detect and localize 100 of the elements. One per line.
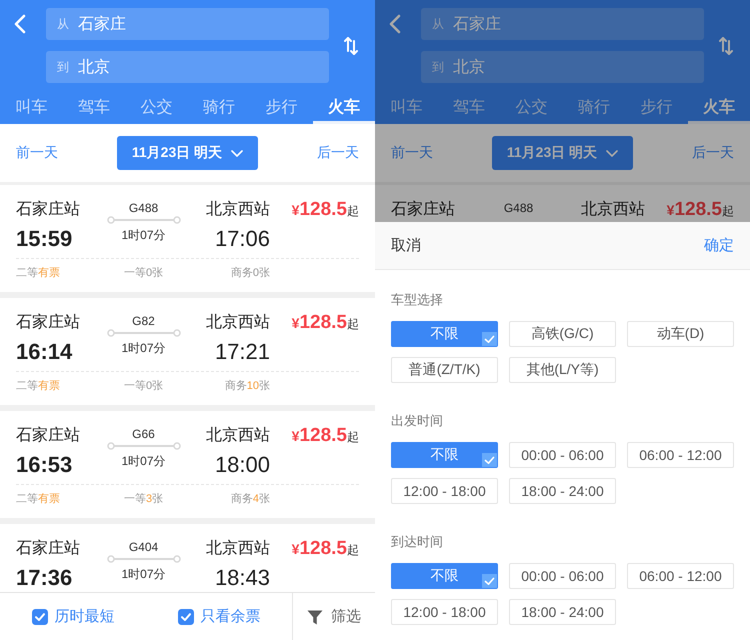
duration-text: 1时07分 <box>121 340 166 356</box>
filter-option[interactable]: 00:00 - 06:00 <box>509 563 616 589</box>
mode-tab[interactable]: 驾车 <box>438 90 500 124</box>
mode-tab[interactable]: 驾车 <box>62 90 125 124</box>
price-text: ¥128.5起 <box>292 200 359 221</box>
section-title: 出发时间 <box>391 413 443 429</box>
swap-icon[interactable] <box>718 36 734 56</box>
checkbox-option[interactable]: 只看余票 <box>178 607 260 626</box>
departure-time: 16:14 <box>16 338 72 366</box>
filter-option[interactable]: 高铁(G/C) <box>509 321 616 347</box>
section-title: 到达时间 <box>391 534 443 550</box>
chevron-down-icon <box>231 150 244 156</box>
date-button[interactable]: 11月23日 明天 <box>117 136 258 170</box>
train-card[interactable]: 石家庄站 16:53 G66 1时07分 北京西站 18:00 ¥128.5起 二等有票 一等3张 商务4张 <box>0 411 375 518</box>
filter-option[interactable]: 06:00 - 12:00 <box>627 442 734 468</box>
duration-text: 1时07分 <box>121 227 166 243</box>
swap-icon[interactable] <box>343 36 359 56</box>
origin-text: 石家庄 <box>78 14 126 34</box>
back-icon[interactable] <box>14 14 26 34</box>
route-line-icon <box>106 216 180 224</box>
departure-station: 石家庄站 <box>16 539 80 559</box>
filter-option[interactable]: 不限 <box>391 563 498 589</box>
mode-tab[interactable]: 叫车 <box>375 90 438 124</box>
date-button[interactable]: 11月23日 明天 <box>492 136 633 170</box>
seat-availability: 二等有票 <box>16 379 60 394</box>
previous-day-link[interactable]: 前一天 <box>16 144 58 162</box>
departure-station: 石家庄站 <box>16 313 80 333</box>
filter-option[interactable]: 不限 <box>391 442 498 468</box>
arrival-time: 17:06 <box>214 225 270 253</box>
origin-field[interactable]: 从 石家庄 <box>46 8 329 40</box>
train-card[interactable]: 石家庄站 G488 北京西站 ¥128.5起 <box>375 185 750 222</box>
filter-option[interactable]: 18:00 - 24:00 <box>509 478 616 504</box>
duration-text: 1时07分 <box>121 566 166 582</box>
mode-tab[interactable]: 步行 <box>625 90 688 124</box>
filter-button[interactable]: 筛选 <box>307 607 361 626</box>
filter-option[interactable]: 18:00 - 24:00 <box>509 599 616 625</box>
arrival-station: 北京西站 <box>206 313 270 333</box>
seat-availability: 一等0张 <box>124 266 164 281</box>
checkbox-icon[interactable] <box>32 608 48 624</box>
price-text: ¥128.5起 <box>292 426 359 447</box>
chevron-down-icon <box>606 150 618 156</box>
confirm-button[interactable]: 确定 <box>704 236 734 255</box>
filter-option[interactable]: 不限 <box>391 321 498 347</box>
field-prefix: 到 <box>57 58 69 76</box>
destination-field[interactable]: 到 北京 <box>46 51 329 83</box>
train-card[interactable]: 石家庄站 15:59 G488 1时07分 北京西站 17:06 ¥128.5起 二等有票 一等0张 商务0张 <box>0 185 375 292</box>
arrival-station: 北京西站 <box>581 200 645 220</box>
departure-station: 石家庄站 <box>16 426 80 446</box>
route-line-icon <box>106 329 180 337</box>
seat-availability: 商务0张 <box>230 266 270 281</box>
train-number: G66 <box>132 426 155 442</box>
destination-text: 北京 <box>453 58 485 78</box>
checkbox-option[interactable]: 历时最短 <box>32 607 114 626</box>
mode-tab[interactable]: 骑行 <box>188 90 250 124</box>
destination-text: 北京 <box>78 58 110 78</box>
train-number: G488 <box>128 200 158 216</box>
filter-option[interactable]: 00:00 - 06:00 <box>509 442 616 468</box>
mode-tab[interactable]: 公交 <box>500 90 562 124</box>
filter-option[interactable]: 其他(L/Y等) <box>509 357 616 383</box>
train-card[interactable]: 石家庄站 16:14 G82 1时07分 北京西站 17:21 ¥128.5起 二等有票 一等0张 商务10张 <box>0 298 375 405</box>
filter-option[interactable]: 12:00 - 18:00 <box>391 478 498 504</box>
filter-option[interactable]: 普通(Z/T/K) <box>391 357 498 383</box>
price-text: ¥128.5起 <box>292 539 359 560</box>
arrival-time: 17:21 <box>214 338 270 366</box>
filter-option[interactable]: 动车(D) <box>627 321 734 347</box>
previous-day-link[interactable]: 前一天 <box>391 144 433 162</box>
departure-station: 石家庄站 <box>16 200 80 220</box>
departure-station: 石家庄站 <box>391 200 455 220</box>
field-prefix: 到 <box>432 58 444 76</box>
mode-tab[interactable]: 步行 <box>250 90 312 124</box>
next-day-link[interactable]: 后一天 <box>317 144 359 162</box>
price-text: ¥128.5起 <box>292 313 359 334</box>
field-prefix: 从 <box>432 16 444 32</box>
checkbox-icon[interactable] <box>178 608 194 624</box>
mode-tab[interactable]: 骑行 <box>562 90 625 124</box>
departure-time: 17:36 <box>16 564 72 592</box>
departure-time: 16:53 <box>16 451 72 479</box>
mode-tab[interactable]: 叫车 <box>0 90 62 124</box>
mode-tab[interactable]: 公交 <box>125 90 188 124</box>
back-icon[interactable] <box>389 14 401 34</box>
check-icon <box>482 574 497 588</box>
cancel-button[interactable]: 取消 <box>391 236 421 255</box>
arrival-station: 北京西站 <box>206 200 270 220</box>
route-line-icon <box>106 442 180 450</box>
filter-option[interactable]: 12:00 - 18:00 <box>391 599 498 625</box>
filter-option[interactable]: 06:00 - 12:00 <box>627 563 734 589</box>
price-text: ¥128.5起 <box>666 200 734 221</box>
train-number: G82 <box>132 313 155 329</box>
origin-field[interactable]: 从 石家庄 <box>421 8 704 40</box>
seat-availability: 二等有票 <box>16 266 60 281</box>
arrival-station: 北京西站 <box>206 539 270 559</box>
field-prefix: 从 <box>57 16 69 32</box>
train-number: G404 <box>128 539 158 555</box>
origin-text: 石家庄 <box>453 14 501 34</box>
train-card[interactable]: 石家庄站 17:36 G404 1时07分 北京西站 18:43 ¥128.5起 <box>0 524 375 592</box>
destination-field[interactable]: 到 北京 <box>421 51 704 83</box>
route-line-icon <box>106 555 180 563</box>
next-day-link[interactable]: 后一天 <box>692 144 734 162</box>
arrival-time: 18:00 <box>214 451 270 479</box>
departure-time: 15:59 <box>16 225 72 253</box>
